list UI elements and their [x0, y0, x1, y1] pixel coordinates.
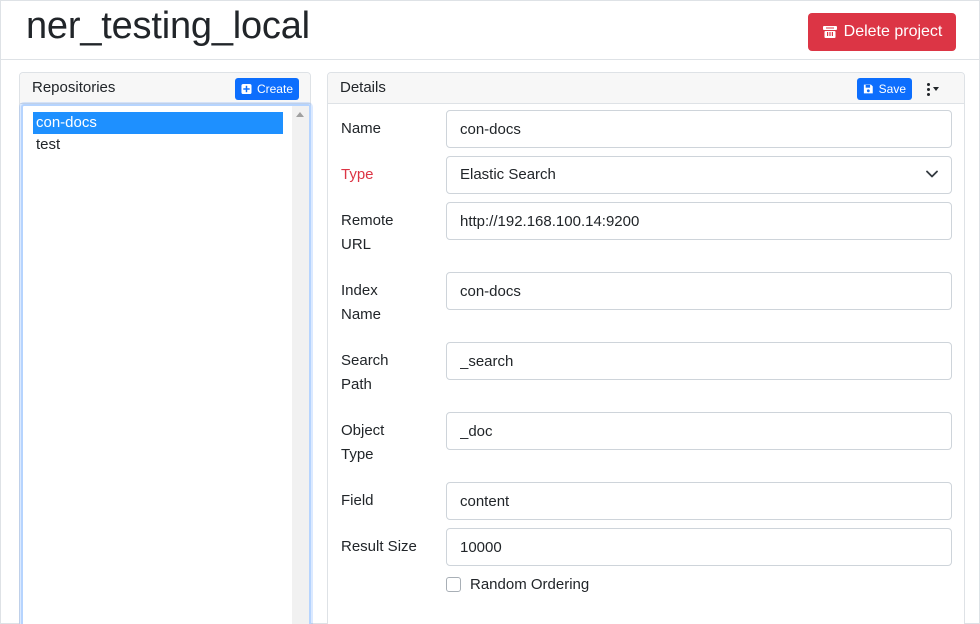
object-type-label: Object Type — [341, 419, 431, 467]
repositories-header: Repositories Create — [20, 73, 310, 104]
details-panel: Details Save Name Type Elastic Search Re… — [327, 72, 965, 624]
repositories-panel: Repositories Create con-docs test — [19, 72, 311, 624]
field-input[interactable] — [446, 482, 952, 520]
remote-url-label-line2: URL — [341, 236, 372, 253]
index-name-input[interactable] — [446, 272, 952, 310]
details-title: Details — [340, 79, 386, 96]
chevron-down-icon — [926, 170, 938, 178]
search-path-label-line2: Path — [341, 376, 372, 393]
random-ordering-row: Random Ordering — [446, 576, 589, 593]
save-label: Save — [878, 82, 906, 96]
save-button[interactable]: Save — [857, 78, 912, 100]
search-path-input[interactable] — [446, 342, 952, 380]
type-select[interactable]: Elastic Search — [446, 156, 952, 194]
repositories-title: Repositories — [32, 79, 116, 96]
object-type-label-line1: Object — [341, 422, 385, 439]
repository-list-scrollbar[interactable] — [292, 106, 309, 624]
search-path-label-line1: Search — [341, 352, 389, 369]
result-size-label: Result Size — [341, 538, 417, 555]
floppy-disk-icon — [863, 84, 873, 94]
object-type-input[interactable] — [446, 412, 952, 450]
scroll-up-arrow-icon[interactable] — [296, 112, 304, 117]
kebab-icon — [927, 82, 930, 96]
plus-square-icon — [241, 83, 252, 95]
remote-url-label: Remote URL — [341, 209, 431, 257]
type-select-value: Elastic Search — [446, 156, 952, 194]
remote-url-label-line1: Remote — [341, 212, 394, 229]
caret-down-icon — [933, 87, 939, 91]
create-repository-button[interactable]: Create — [235, 78, 299, 100]
remote-url-input[interactable] — [446, 202, 952, 240]
repository-item-test[interactable]: test — [33, 134, 283, 156]
random-ordering-label[interactable]: Random Ordering — [470, 576, 589, 593]
object-type-label-line2: Type — [341, 446, 374, 463]
create-label: Create — [256, 82, 293, 96]
index-name-label-line1: Index — [341, 282, 378, 299]
repository-item-con-docs[interactable]: con-docs — [33, 112, 283, 134]
page-header: ner_testing_local Delete project — [1, 1, 980, 60]
field-label: Field — [341, 492, 374, 509]
delete-project-label: Delete project — [843, 23, 943, 40]
random-ordering-checkbox[interactable] — [446, 577, 461, 592]
trash-box-icon — [822, 26, 837, 38]
name-input[interactable] — [446, 110, 952, 148]
index-name-label: Index Name — [341, 279, 431, 327]
type-label: Type — [341, 166, 374, 183]
details-header: Details Save — [328, 73, 964, 104]
repository-list[interactable]: con-docs test — [21, 104, 311, 624]
index-name-label-line2: Name — [341, 306, 382, 323]
name-label: Name — [341, 120, 382, 137]
page-title: ner_testing_local — [26, 5, 310, 47]
delete-project-button[interactable]: Delete project — [808, 13, 956, 51]
more-options-menu[interactable] — [920, 79, 946, 99]
search-path-label: Search Path — [341, 349, 431, 397]
result-size-input[interactable] — [446, 528, 952, 566]
